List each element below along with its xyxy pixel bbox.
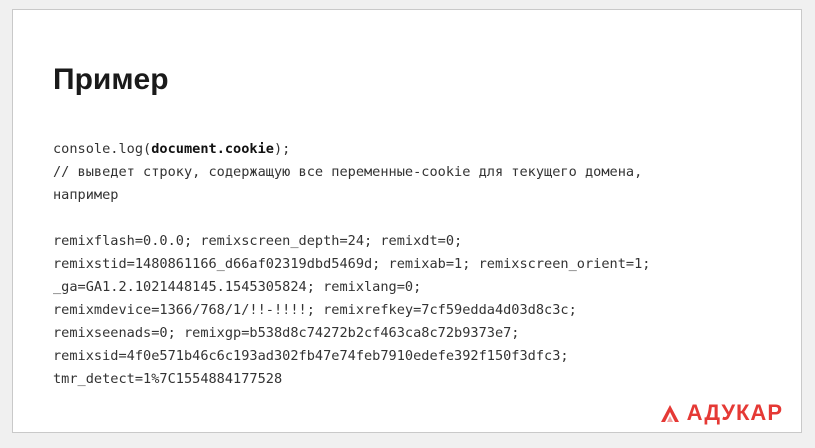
code-block: console.log(document.cookie); // выведет… <box>53 138 650 391</box>
cookie-line: remixstid=1480861166_d66af02319dbd5469d;… <box>53 256 651 272</box>
code-keyword: document.cookie <box>151 141 274 157</box>
cookie-line: tmr_detect=1%7C1554884177528 <box>53 371 283 387</box>
cookie-line: _ga=GA1.2.1021448145.1545305824; remixla… <box>53 279 422 295</box>
code-suffix: ); <box>273 141 291 157</box>
code-comment-line: // выведет строку, содержащую все переме… <box>53 164 643 180</box>
cookie-line: remixmdevice=1366/768/1/!!-!!!!; remixre… <box>53 302 577 318</box>
logo-mark-icon <box>659 402 681 424</box>
code-comment-line: например <box>53 187 119 203</box>
cookie-line: remixsid=4f0e571b46c6c193ad302fb47e74feb… <box>53 348 569 364</box>
logo-text: АДУКАР <box>686 400 783 425</box>
slide-title: Пример <box>53 63 169 96</box>
code-line-console-log: console.log(document.cookie); <box>53 138 650 161</box>
slide-frame: Пример console.log(document.cookie); // … <box>12 9 802 433</box>
brand-logo: АДУКАР <box>659 400 783 426</box>
code-prefix: console.log( <box>53 141 152 157</box>
cookie-line: remixseenads=0; remixgp=b538d8c74272b2cf… <box>53 325 520 341</box>
cookie-line: remixflash=0.0.0; remixscreen_depth=24; … <box>53 233 463 249</box>
